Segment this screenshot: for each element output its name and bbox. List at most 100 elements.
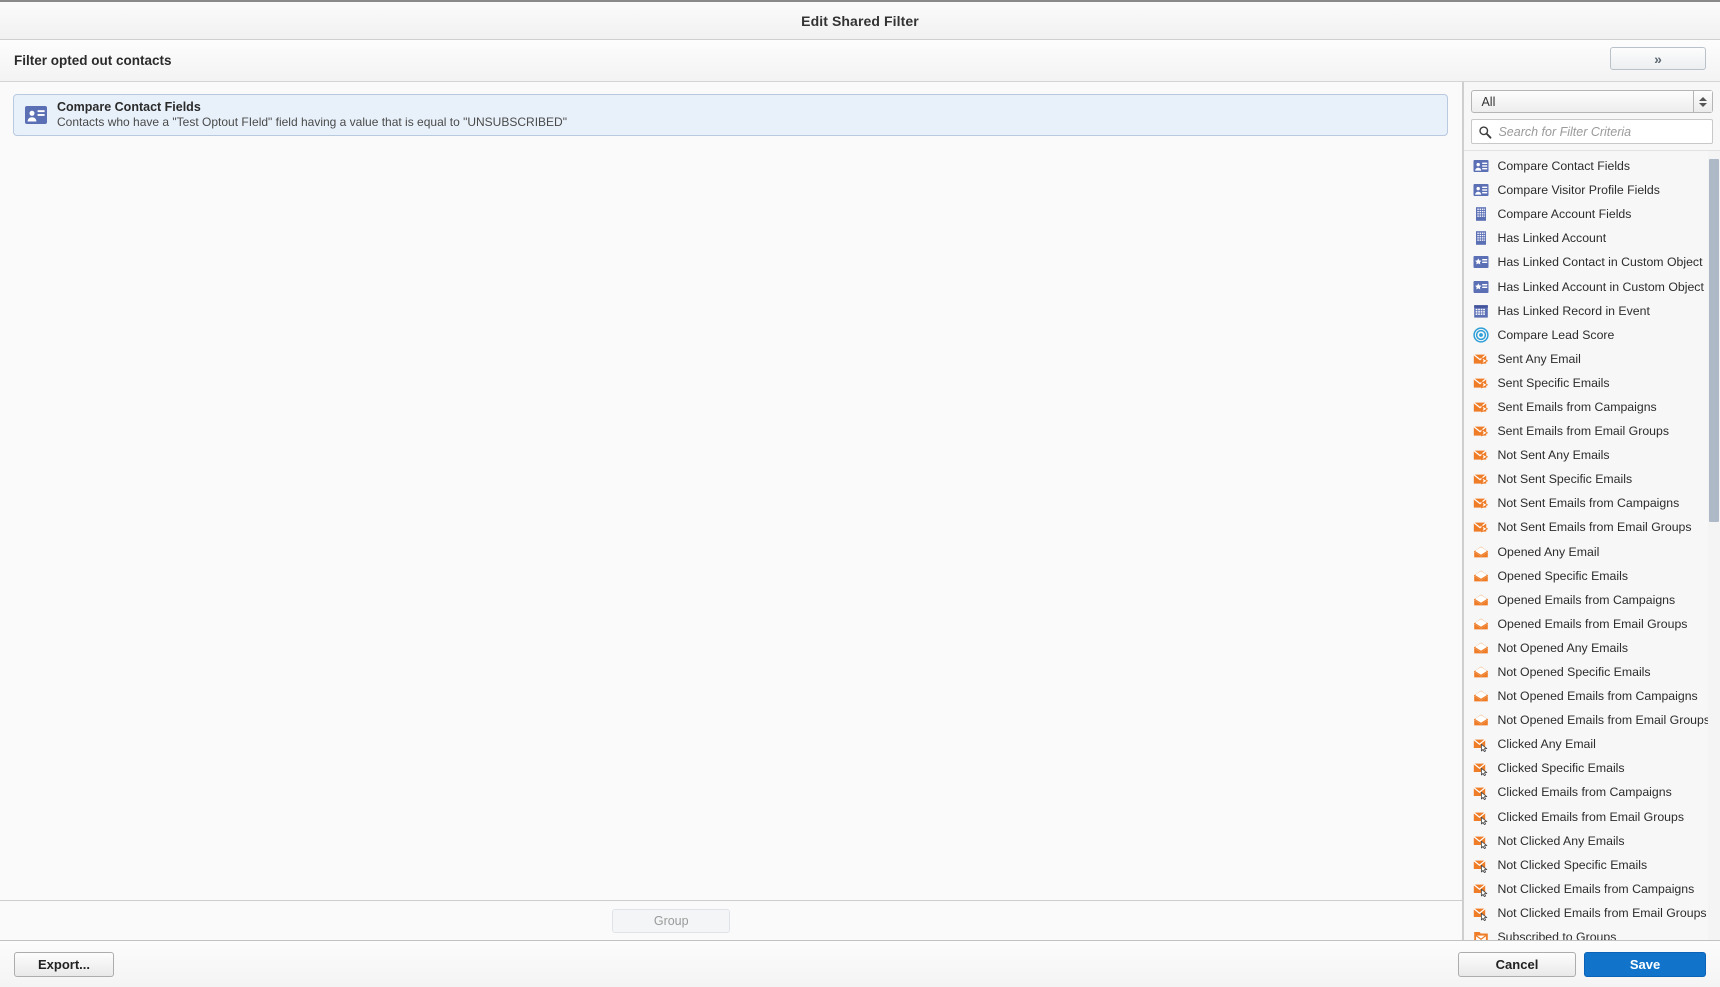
dialog-footer: Export... Cancel Save [0,940,1720,987]
filter-criteria-panel: All Search for Filter Criteria Compare C… [1463,82,1720,940]
criteria-list-item[interactable]: Has Linked Account in Custom Object [1464,274,1710,298]
criteria-list-item-label: Not Opened Specific Emails [1497,665,1651,680]
criteria-list-item-label: Has Linked Account [1497,231,1607,246]
criteria-list-item-label: Not Clicked Emails from Email Groups [1497,905,1707,920]
clicked-email-icon [1473,784,1489,801]
criteria-list-item-label: Sent Any Email [1497,351,1581,366]
criteria-list-item[interactable]: Not Clicked Specific Emails [1464,853,1710,877]
clicked-email-icon [1473,857,1489,873]
criteria-list-item-label: Compare Account Fields [1497,207,1632,222]
contact-card-icon [1473,182,1489,198]
criteria-list-item[interactable]: Not Opened Specific Emails [1464,660,1710,684]
criteria-list-item[interactable]: Sent Emails from Email Groups [1464,419,1710,443]
criteria-list-item[interactable]: Subscribed to Groups [1464,925,1710,940]
opened-email-icon [1473,544,1489,560]
criteria-list-item[interactable]: Sent Emails from Campaigns [1464,395,1710,419]
export-button[interactable]: Export... [14,951,114,977]
search-input[interactable] [1492,123,1712,140]
criteria-canvas: Compare Contact Fields Contacts who have… [0,82,1462,900]
criteria-list-item-label: Has Linked Account in Custom Object [1497,279,1704,294]
criteria-list-scrollbar-thumb[interactable] [1709,158,1719,522]
clicked-email-icon [1473,833,1489,849]
criterion-card-compare-contact-fields[interactable]: Compare Contact Fields Contacts who have… [13,94,1449,136]
filter-criteria-controls: All [1464,82,1720,144]
criteria-list-item-label: Subscribed to Groups [1497,930,1617,940]
criteria-list-item-label: Compare Contact Fields [1497,159,1631,174]
chevron-down-icon [1699,102,1707,107]
criteria-list-item[interactable]: Opened Specific Emails [1464,564,1710,588]
criteria-list-item[interactable]: Not Clicked Emails from Campaigns [1464,877,1710,901]
search-icon [1478,125,1492,139]
criteria-list-item[interactable]: Not Clicked Any Emails [1464,829,1710,853]
criteria-list-item[interactable]: Compare Lead Score [1464,323,1710,347]
calendar-icon [1473,303,1489,319]
dialog-body: Compare Contact Fields Contacts who have… [0,82,1720,940]
criteria-list-item[interactable]: Not Sent Any Emails [1464,443,1710,467]
filter-criteria-list: Compare Contact Fields Compare Visitor P… [1464,150,1720,940]
chevron-up-icon [1699,96,1707,101]
expand-panel-button[interactable]: » [1610,47,1706,70]
spinner-arrows-icon[interactable] [1693,91,1712,112]
criteria-list-item[interactable]: Opened Emails from Email Groups [1464,612,1710,636]
criteria-list-item-label: Not Clicked Any Emails [1497,833,1625,848]
double-chevron-right-icon: » [1654,50,1662,67]
subscribed-group-icon [1473,929,1489,940]
criteria-list-item-label: Not Sent Any Emails [1497,448,1610,463]
filter-type-select[interactable]: All [1471,90,1713,113]
criteria-list-item-label: Compare Lead Score [1497,327,1615,342]
criteria-list-item[interactable]: Compare Contact Fields [1464,154,1710,178]
criteria-list-item[interactable]: Sent Any Email [1464,347,1710,371]
search-box[interactable] [1471,119,1713,144]
criteria-list-item[interactable]: Has Linked Contact in Custom Object [1464,250,1710,274]
contact-card-icon [1473,158,1489,174]
criteria-list-item-label: Opened Emails from Campaigns [1497,592,1676,607]
criteria-list-item[interactable]: Clicked Any Email [1464,732,1710,756]
criteria-list-item[interactable]: Sent Specific Emails [1464,371,1710,395]
building-icon [1473,230,1489,246]
criteria-list-item-label: Sent Emails from Campaigns [1497,399,1657,414]
criteria-list-item[interactable]: Compare Account Fields [1464,202,1710,226]
criteria-list-item[interactable]: Clicked Emails from Email Groups [1464,805,1710,829]
sent-email-icon [1473,399,1489,415]
star-card-icon [1473,279,1489,295]
criteria-list-item[interactable]: Has Linked Record in Event [1464,299,1710,323]
opened-email-icon [1473,640,1489,656]
clicked-email-icon [1473,760,1489,777]
opened-email-icon [1473,664,1489,680]
criteria-list-item-label: Not Clicked Specific Emails [1497,857,1648,872]
criteria-list-item-label: Clicked Emails from Campaigns [1497,785,1672,800]
criteria-list-scrollbar[interactable] [1708,151,1720,940]
criteria-list-item[interactable]: Not Clicked Emails from Email Groups [1464,901,1710,925]
criteria-list-item[interactable]: Not Sent Emails from Campaigns [1464,491,1710,515]
criteria-list-item[interactable]: Has Linked Account [1464,226,1710,250]
criteria-list-item-label: Not Opened Any Emails [1497,640,1629,655]
criteria-list-item[interactable]: Not Opened Emails from Email Groups [1464,708,1710,732]
save-button[interactable]: Save [1584,951,1706,977]
opened-email-icon [1473,712,1489,728]
filter-criteria-list-inner: Compare Contact Fields Compare Visitor P… [1464,151,1720,940]
dialog-title: Edit Shared Filter [801,12,919,29]
criteria-list-item[interactable]: Not Opened Emails from Campaigns [1464,684,1710,708]
criteria-list-item[interactable]: Clicked Emails from Campaigns [1464,780,1710,804]
criteria-list-item-label: Not Opened Emails from Email Groups [1497,713,1710,728]
opened-email-icon [1473,688,1489,704]
sent-email-icon [1473,447,1489,463]
opened-email-icon [1473,568,1489,584]
criteria-list-item[interactable]: Opened Emails from Campaigns [1464,588,1710,612]
clicked-email-icon [1473,881,1489,897]
criteria-list-item[interactable]: Not Sent Specific Emails [1464,467,1710,491]
criteria-list-item-label: Clicked Emails from Email Groups [1497,809,1685,824]
cancel-button[interactable]: Cancel [1458,951,1576,977]
criteria-list-item-label: Compare Visitor Profile Fields [1497,183,1660,198]
criteria-list-item[interactable]: Not Sent Emails from Email Groups [1464,515,1710,539]
criteria-list-item[interactable]: Opened Any Email [1464,540,1710,564]
sent-email-icon [1473,351,1489,367]
clicked-email-icon [1473,905,1489,921]
criteria-list-item[interactable]: Not Opened Any Emails [1464,636,1710,660]
building-icon [1473,206,1489,222]
criteria-list-item[interactable]: Clicked Specific Emails [1464,756,1710,780]
criterion-description: Contacts who have a "Test Optout FIeld" … [57,115,567,129]
group-button[interactable]: Group [612,908,731,933]
star-card-icon [1473,254,1489,270]
criteria-list-item[interactable]: Compare Visitor Profile Fields [1464,178,1710,202]
